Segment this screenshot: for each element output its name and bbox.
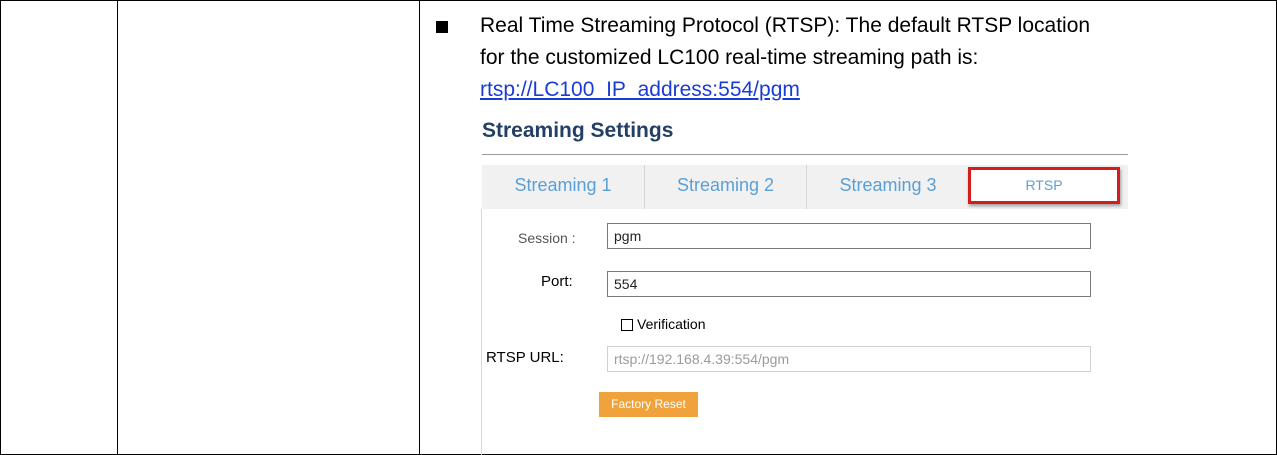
- rtsp-url-field: rtsp://192.168.4.39:554/pgm: [607, 346, 1091, 372]
- bullet-text-line-2: for the customized LC100 real-time strea…: [480, 46, 979, 69]
- square-bullet-icon: [436, 21, 448, 33]
- table-column-divider-2: [419, 0, 420, 455]
- port-label: Port:: [541, 273, 573, 290]
- factory-reset-button[interactable]: Factory Reset: [599, 392, 698, 417]
- verification-label: Verification: [637, 316, 706, 332]
- rtsp-url-label: RTSP URL:: [486, 349, 564, 366]
- settings-panel-edge: [481, 209, 482, 455]
- table-column-divider-1: [117, 0, 118, 455]
- tab-streaming-1[interactable]: Streaming 1: [482, 165, 645, 209]
- streaming-settings-title: Streaming Settings: [482, 119, 674, 142]
- tab-streaming-3[interactable]: Streaming 3: [807, 165, 969, 209]
- session-label: Session :: [518, 230, 576, 246]
- title-divider: [482, 154, 1128, 155]
- table-border-top: [0, 0, 1277, 1]
- port-input[interactable]: 554: [607, 271, 1091, 297]
- verification-checkbox[interactable]: [621, 319, 633, 331]
- bullet-text-line-1: Real Time Streaming Protocol (RTSP): The…: [480, 14, 1091, 37]
- tab-rtsp[interactable]: RTSP: [968, 167, 1120, 204]
- session-input[interactable]: pgm: [607, 223, 1091, 249]
- tab-streaming-2[interactable]: Streaming 2: [645, 165, 807, 209]
- rtsp-link[interactable]: rtsp://LC100_IP_address:554/pgm: [480, 74, 800, 106]
- table-border-left: [0, 0, 1, 455]
